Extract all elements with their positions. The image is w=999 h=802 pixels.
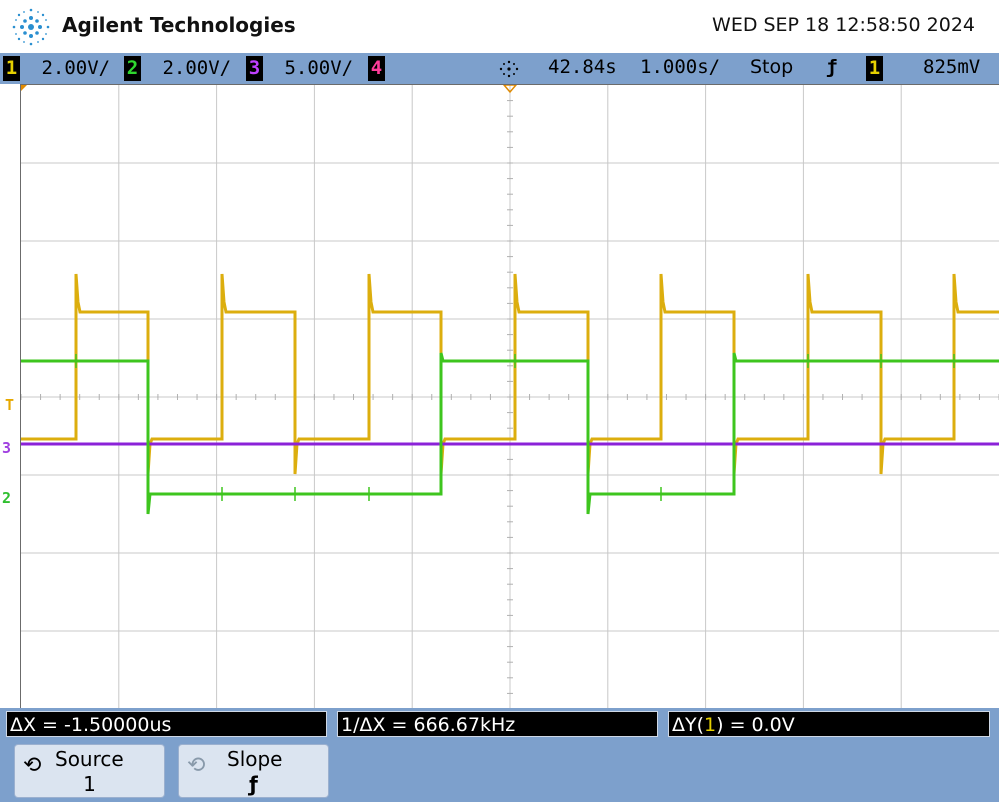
slope-softkey[interactable]: ⟲ Slope ƒ <box>178 744 329 798</box>
slope-label: Slope <box>227 747 283 771</box>
timebase-value[interactable]: 1.000s/ <box>640 56 720 78</box>
trigger-level[interactable]: 825mV <box>923 56 980 78</box>
delta-x-readout: ΔX = -1.50000us <box>6 711 327 737</box>
status-bar: 1 2.00V/ 2 2.00V/ 3 5.00V/ 4 42.84s 1.00… <box>0 53 999 84</box>
datetime: WED SEP 18 12:58:50 2024 <box>712 14 975 36</box>
source-label: Source <box>55 747 124 771</box>
run-state[interactable]: Stop <box>750 56 793 78</box>
source-value: 1 <box>83 772 96 796</box>
delta-y-readout: ΔY(1) = 0.0V <box>668 711 990 737</box>
rising-edge-icon: ƒ <box>826 56 838 78</box>
channel-1-indicator[interactable]: 1 2.00V/ <box>3 56 110 81</box>
channel-3-ground-marker: 3 <box>2 439 12 457</box>
trigger-position-marker <box>21 85 27 91</box>
delay-value[interactable]: 42.84s <box>548 56 617 78</box>
channel-2-ground-marker: 2 <box>2 489 12 507</box>
delta-y-channel: 1 <box>704 714 717 736</box>
channel-3-badge: 3 <box>246 56 263 81</box>
source-softkey[interactable]: ⟲ Source 1 <box>14 744 165 798</box>
graticule <box>21 85 999 709</box>
channel-4-indicator[interactable]: 4 <box>368 56 385 81</box>
waveform-display[interactable] <box>20 84 999 709</box>
channel-2-badge: 2 <box>124 56 141 81</box>
channel-2-indicator[interactable]: 2 2.00V/ <box>124 56 231 81</box>
brand-name: Agilent Technologies <box>62 13 296 37</box>
channel-3-indicator[interactable]: 3 5.00V/ <box>246 56 353 81</box>
inverse-delta-x-readout: 1/ΔX = 666.67kHz <box>337 711 658 737</box>
channel-4-badge: 4 <box>368 56 385 81</box>
agilent-logo-icon <box>12 8 50 46</box>
delay-knob-icon <box>499 60 519 78</box>
rising-edge-icon: ƒ <box>249 772 258 796</box>
channel-1-scale: 2.00V/ <box>41 57 111 79</box>
channel-3-scale: 5.00V/ <box>284 57 354 79</box>
channel-1-badge: 1 <box>3 56 20 81</box>
trigger-level-marker: T <box>5 396 15 414</box>
delta-y-suffix: ) = 0.0V <box>716 714 795 736</box>
delta-y-prefix: ΔY( <box>672 714 705 736</box>
trigger-source-badge[interactable]: 1 <box>866 56 883 81</box>
measurement-area: ΔX = -1.50000us 1/ΔX = 666.67kHz ΔY(1) =… <box>0 708 999 802</box>
header: Agilent Technologies WED SEP 18 12:58:50… <box>0 0 999 52</box>
channel-2-scale: 2.00V/ <box>162 57 232 79</box>
